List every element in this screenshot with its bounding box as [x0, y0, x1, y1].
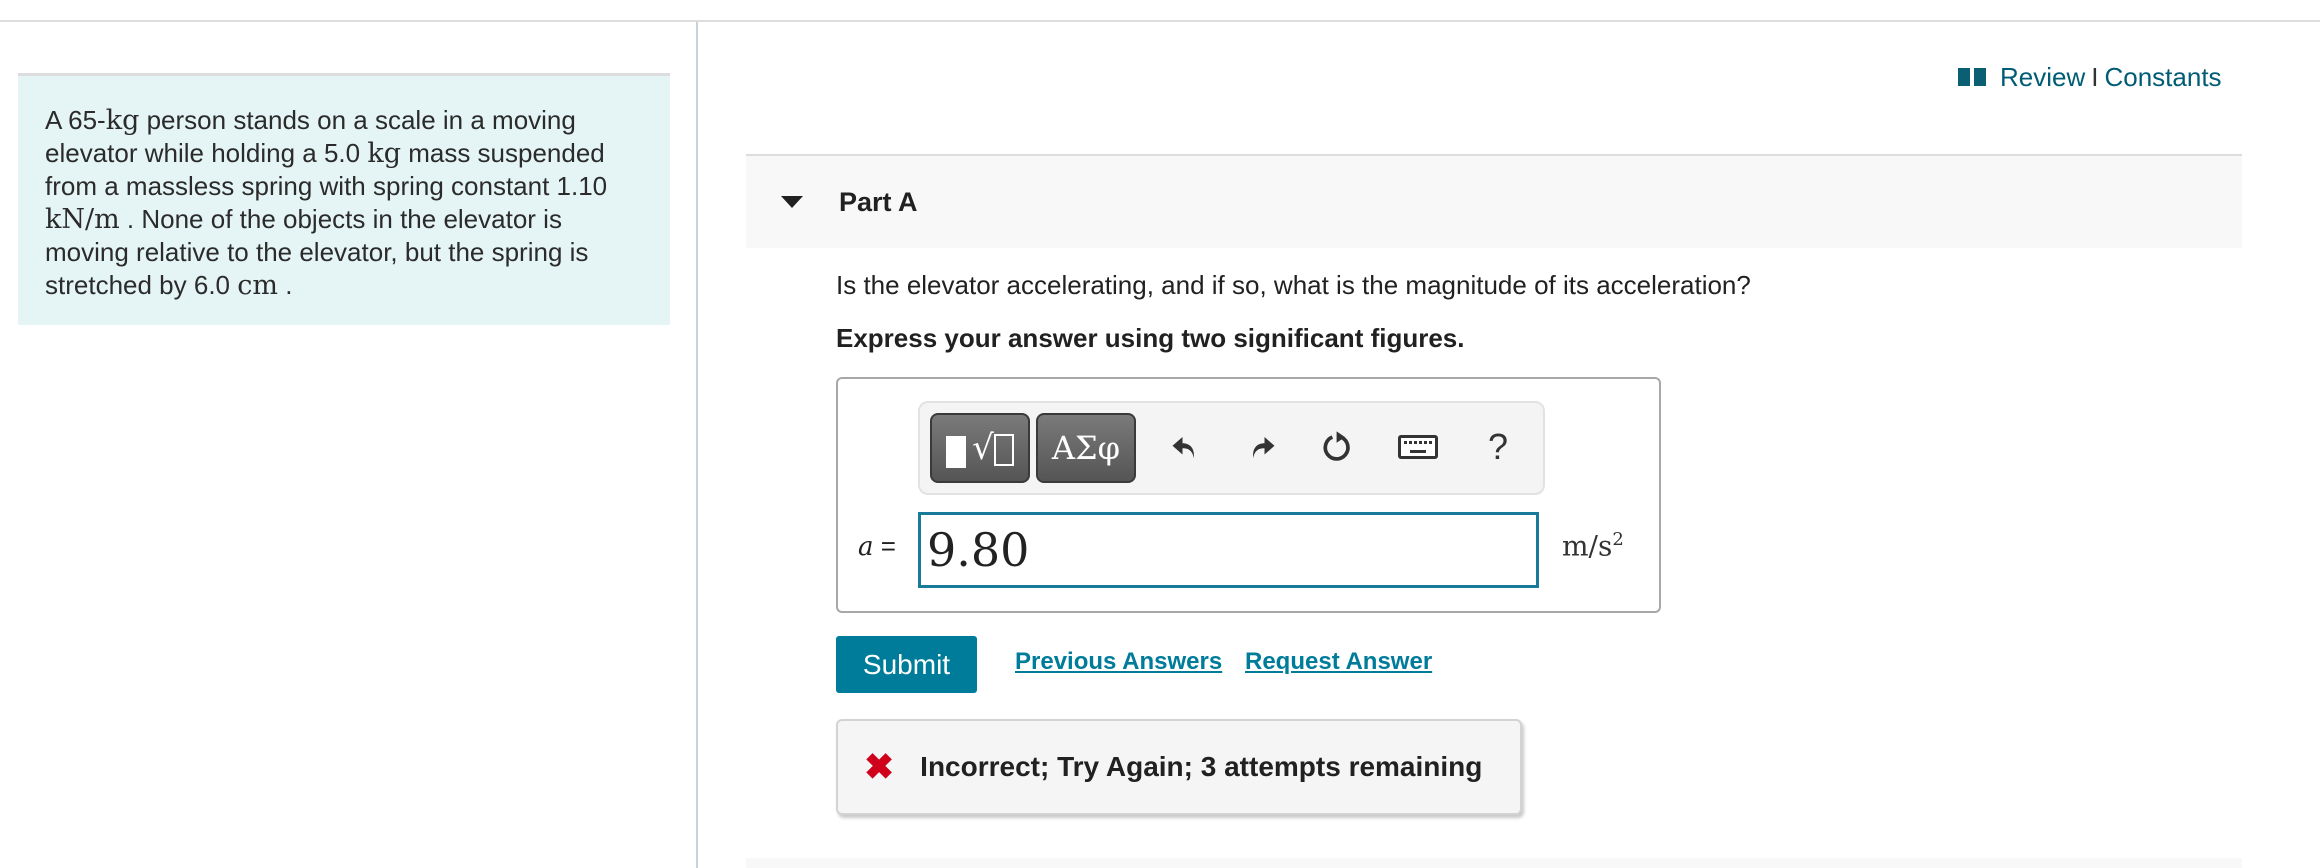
- request-answer-link[interactable]: Request Answer: [1245, 648, 1432, 676]
- templates-sqrt-icon: [946, 436, 967, 468]
- part-title: Part A: [839, 186, 918, 217]
- next-part-header: [746, 858, 2242, 868]
- top-rule: [0, 20, 2320, 22]
- problem-text: A 65-kg person stands on a scale in a mo…: [45, 104, 645, 302]
- unit-label: m/s2: [1562, 529, 1624, 562]
- problem-text-segment: . None of the objects in the elevator is…: [45, 204, 589, 300]
- undo-button[interactable]: [1163, 425, 1207, 469]
- feedback-text: Incorrect; Try Again; 3 attempts remaini…: [920, 751, 1483, 782]
- templates-button[interactable]: √: [930, 413, 1030, 483]
- redo-icon: [1253, 437, 1275, 459]
- unit-base: m/s: [1562, 529, 1613, 563]
- help-button[interactable]: ?: [1476, 425, 1520, 469]
- problem-statement: A 65-kg person stands on a scale in a mo…: [18, 73, 670, 325]
- reset-button[interactable]: [1316, 425, 1360, 469]
- feedback-message: ✖ Incorrect; Try Again; 3 attempts remai…: [836, 719, 1522, 815]
- greek-symbols-button[interactable]: ΑΣφ: [1036, 413, 1136, 483]
- unit-exponent: 2: [1612, 529, 1624, 550]
- math-unit: cm: [237, 270, 278, 301]
- submit-button[interactable]: Submit: [836, 636, 977, 693]
- math-toolbar: √ ΑΣφ ?: [918, 401, 1545, 495]
- answer-input[interactable]: 9.80: [918, 512, 1539, 588]
- constants-link[interactable]: Constants: [2104, 62, 2221, 93]
- math-unit: kg: [367, 138, 401, 169]
- reset-icon: [1323, 431, 1350, 461]
- redo-button[interactable]: [1240, 425, 1284, 469]
- review-link[interactable]: Review: [2000, 62, 2085, 93]
- keyboard-button[interactable]: [1396, 425, 1440, 469]
- part-a-header[interactable]: Part A: [746, 154, 2242, 248]
- instruction-text: Express your answer using two significan…: [836, 323, 1465, 353]
- question-text: Is the elevator accelerating, and if so,…: [836, 270, 1751, 300]
- answer-box: √ ΑΣφ ? a = 9.80 m/s2: [836, 377, 1661, 613]
- radical-glyph: √: [972, 428, 1014, 468]
- problem-text-segment: A 65-: [45, 105, 106, 135]
- problem-text-segment: .: [277, 270, 293, 300]
- caret-down-icon[interactable]: [781, 196, 803, 208]
- resources-links: Review I Constants: [1958, 62, 2222, 92]
- resources-separator: I: [2091, 61, 2099, 92]
- undo-icon: [1172, 437, 1194, 459]
- math-unit: kg: [105, 105, 140, 136]
- equals-sign: =: [880, 531, 896, 561]
- math-unit: kN/m: [45, 204, 120, 235]
- previous-answers-link[interactable]: Previous Answers: [1015, 648, 1222, 676]
- book-icon: [1958, 68, 1986, 86]
- variable-symbol: a: [858, 532, 874, 562]
- keyboard-icon: [1398, 435, 1438, 459]
- x-icon: ✖: [864, 746, 895, 787]
- variable-label: a =: [858, 531, 896, 562]
- pane-divider: [696, 22, 698, 868]
